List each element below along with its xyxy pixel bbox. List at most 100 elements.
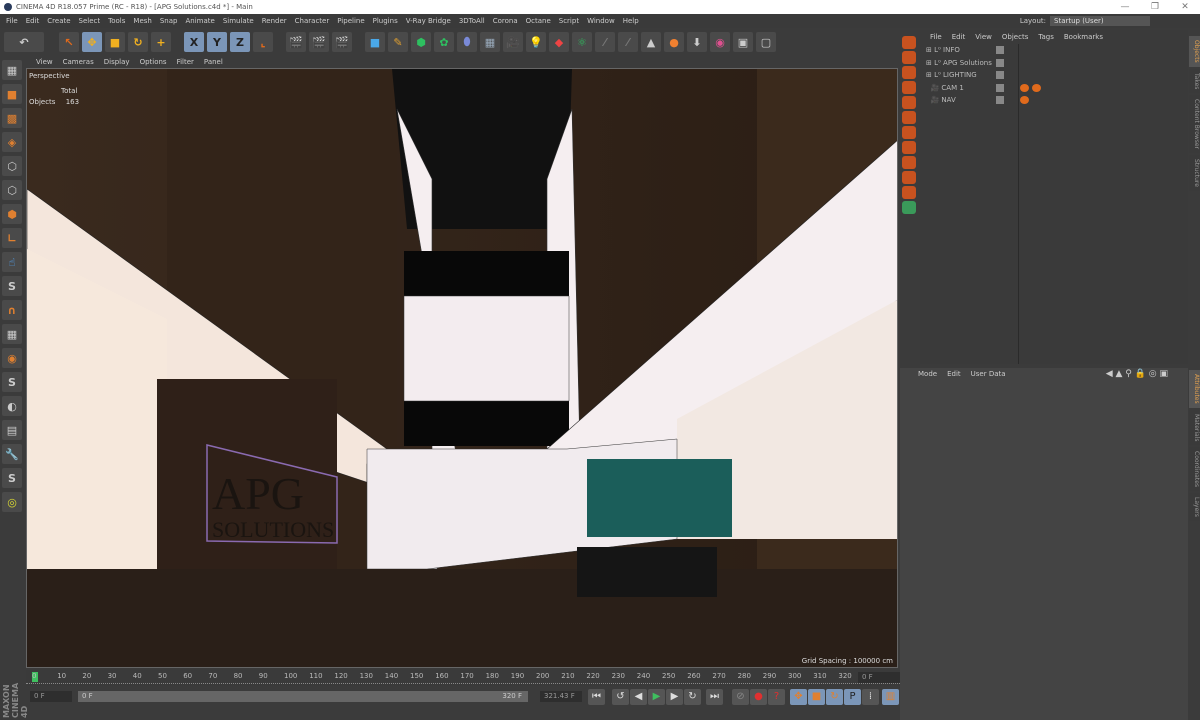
magnet-icon[interactable]: ∩: [2, 300, 22, 320]
render-picture-viewer-icon[interactable]: 🎬: [309, 32, 329, 52]
live-selection-icon[interactable]: ↖: [59, 32, 79, 52]
end-frame-field[interactable]: 321.43 F: [540, 691, 582, 702]
tab-takes[interactable]: Takes: [1189, 68, 1200, 94]
viewport-menu-panel[interactable]: Panel: [204, 58, 223, 66]
undo-button[interactable]: ↶: [4, 32, 44, 52]
record-disabled-icon[interactable]: ⊘: [732, 689, 749, 705]
render-view-icon[interactable]: 🎬: [286, 32, 306, 52]
obj-menu-view[interactable]: View: [975, 33, 992, 41]
hair-icon[interactable]: ⁄: [595, 32, 615, 52]
texture-mode-icon[interactable]: ▩: [2, 108, 22, 128]
menu-3dtoall[interactable]: 3DToAll: [459, 17, 485, 25]
grid-icon[interactable]: ▤: [2, 420, 22, 440]
lock-icon[interactable]: ◐: [2, 396, 22, 416]
viewport-menu-cameras[interactable]: Cameras: [63, 58, 94, 66]
visibility-toggle[interactable]: [996, 83, 1004, 92]
spline-icon[interactable]: S: [2, 372, 22, 392]
rotate-icon[interactable]: ↻: [128, 32, 148, 52]
menu-help[interactable]: Help: [623, 17, 639, 25]
paint-icon[interactable]: ◉: [2, 348, 22, 368]
sky-icon[interactable]: [902, 156, 916, 169]
menu-animate[interactable]: Animate: [185, 17, 214, 25]
menu-create[interactable]: Create: [47, 17, 70, 25]
object-row[interactable]: 🎥 CAM 1: [920, 82, 1188, 95]
sculpt-icon[interactable]: ▦: [2, 324, 22, 344]
x-axis-button[interactable]: X: [184, 32, 204, 52]
texture-icon[interactable]: [902, 96, 916, 109]
key-rotation-icon[interactable]: ↻: [826, 689, 843, 705]
menu-vray-bridge[interactable]: V-Ray Bridge: [406, 17, 451, 25]
attr-menu-user-data[interactable]: User Data: [971, 370, 1006, 378]
menu-window[interactable]: Window: [587, 17, 615, 25]
protection-tag-icon[interactable]: [1020, 83, 1029, 92]
subdivision-icon[interactable]: ⬢: [411, 32, 431, 52]
download-icon[interactable]: ⬇: [687, 32, 707, 52]
frame-range-slider[interactable]: 0 F 320 F: [78, 691, 528, 702]
tab-materials[interactable]: Materials: [1189, 409, 1200, 446]
object-tag-icon[interactable]: [902, 201, 916, 214]
move-icon[interactable]: ✥: [82, 32, 102, 52]
snap-icon[interactable]: S: [2, 276, 22, 296]
menu-character[interactable]: Character: [295, 17, 330, 25]
go-to-end-button[interactable]: ⏭: [706, 689, 723, 705]
obj-menu-tags[interactable]: Tags: [1038, 33, 1054, 41]
add-icon[interactable]: +: [151, 32, 171, 52]
minimize-button[interactable]: —: [1110, 0, 1140, 14]
viewport-menu-view[interactable]: View: [36, 58, 53, 66]
start-frame-field[interactable]: 0 F: [30, 691, 72, 702]
cloner-icon[interactable]: ✿: [434, 32, 454, 52]
viewport-menu-display[interactable]: Display: [104, 58, 130, 66]
tab-objects[interactable]: Objects: [1189, 36, 1200, 67]
color-wheel-icon[interactable]: ◉: [710, 32, 730, 52]
keyframe-selection-icon[interactable]: ?: [768, 689, 785, 705]
menu-mesh[interactable]: Mesh: [133, 17, 151, 25]
attr-menu-edit[interactable]: Edit: [947, 370, 961, 378]
menu-octane[interactable]: Octane: [526, 17, 551, 25]
pen-icon[interactable]: ✎: [388, 32, 408, 52]
coordinate-system-icon[interactable]: ⌞: [253, 32, 273, 52]
menu-simulate[interactable]: Simulate: [223, 17, 254, 25]
octane-camera-tag-icon[interactable]: [1032, 83, 1041, 92]
points-mode-icon[interactable]: ⬡: [2, 156, 22, 176]
axis-mode-icon[interactable]: ∟: [2, 228, 22, 248]
close-button[interactable]: ✕: [1170, 0, 1200, 14]
menu-select[interactable]: Select: [79, 17, 101, 25]
play-button[interactable]: ▶: [648, 689, 665, 705]
menu-pipeline[interactable]: Pipeline: [337, 17, 364, 25]
tab-coordinates[interactable]: Coordinates: [1189, 447, 1200, 492]
key-scale-icon[interactable]: ■: [808, 689, 825, 705]
camera-icon[interactable]: 🎥: [503, 32, 523, 52]
object-row[interactable]: 🎥 NAV: [920, 94, 1188, 107]
workplane-icon[interactable]: ◈: [2, 132, 22, 152]
sun-icon[interactable]: [902, 141, 916, 154]
material-icon[interactable]: [902, 66, 916, 79]
settings-icon[interactable]: [902, 111, 916, 124]
object-mode-icon[interactable]: ■: [2, 84, 22, 104]
next-frame-button[interactable]: ▶: [666, 689, 683, 705]
y-axis-button[interactable]: Y: [207, 32, 227, 52]
obj-menu-objects[interactable]: Objects: [1002, 33, 1028, 41]
menu-plugins[interactable]: Plugins: [373, 17, 398, 25]
go-to-start-button[interactable]: ⏮: [588, 689, 605, 705]
attr-menu-mode[interactable]: Mode: [918, 370, 937, 378]
light-icon[interactable]: 💡: [526, 32, 546, 52]
tab-structure[interactable]: Structure: [1189, 155, 1200, 192]
light-tag-icon[interactable]: [902, 171, 916, 184]
perspective-viewport[interactable]: APG SOLUTIONS Perspective Total Objects …: [26, 68, 898, 668]
next-key-button[interactable]: ↻: [684, 689, 701, 705]
z-axis-button[interactable]: Z: [230, 32, 250, 52]
visibility-toggle[interactable]: [996, 96, 1004, 104]
menu-script[interactable]: Script: [559, 17, 579, 25]
camera-tag-icon[interactable]: [902, 186, 916, 199]
octane-icon[interactable]: ●: [664, 32, 684, 52]
bulb-icon[interactable]: [902, 81, 916, 94]
polygons-mode-icon[interactable]: ⬢: [2, 204, 22, 224]
plugin-icon[interactable]: ◎: [2, 492, 22, 512]
viewport-menu-filter[interactable]: Filter: [177, 58, 194, 66]
menu-tools[interactable]: Tools: [108, 17, 125, 25]
obj-menu-bookmarks[interactable]: Bookmarks: [1064, 33, 1103, 41]
visibility-toggle[interactable]: [996, 58, 1004, 67]
gear-icon[interactable]: [902, 126, 916, 139]
timeline-window-icon[interactable]: ▥: [882, 689, 899, 705]
menu-file[interactable]: File: [6, 17, 18, 25]
